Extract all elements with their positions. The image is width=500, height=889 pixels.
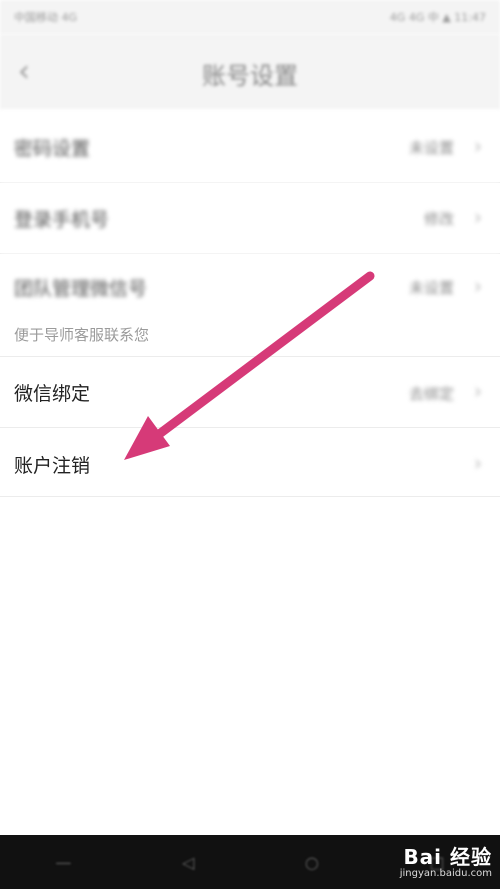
row-wechat-binding[interactable]: 微信绑定 去绑定 › (0, 357, 500, 427)
row-value: 去绑定 (408, 385, 454, 403)
menu-icon[interactable]: — (55, 853, 71, 872)
status-bar: 中国移动 4G 4G 4G 中 ▲ 11:47 (0, 0, 500, 34)
watermark-brand: Bai 经验 (403, 845, 492, 869)
divider (0, 496, 500, 497)
row-value: 未设置 (408, 139, 454, 157)
chevron-right-icon: › (474, 134, 482, 158)
chevron-right-icon: › (474, 379, 482, 403)
watermark-url: jingyan.baidu.com (399, 868, 492, 879)
row-label: 团队管理微信号 (14, 278, 148, 300)
chevron-right-icon: › (474, 451, 482, 475)
home-icon[interactable]: ○ (305, 853, 319, 872)
row-team-wechat[interactable]: 团队管理微信号 未设置 › (0, 254, 500, 316)
row-password[interactable]: 密码设置 未设置 › (0, 110, 500, 182)
row-account-cancel[interactable]: 账户注销 › (0, 428, 500, 496)
row-label: 微信绑定 (14, 383, 91, 405)
back-icon[interactable]: ◁ (182, 853, 194, 872)
row-label: 密码设置 (14, 138, 91, 160)
row-hint: 便于导师客服联系您 (14, 326, 150, 344)
baidu-jingyan-watermark: Bai 经验 jingyan.baidu.com (400, 841, 492, 879)
carrier-text: 中国移动 4G (14, 11, 78, 24)
header-bar: ‹ 账号设置 (0, 34, 500, 110)
chevron-right-icon: › (474, 274, 482, 298)
status-icons: 4G 4G 中 ▲ 11:47 (389, 11, 486, 24)
row-login-phone[interactable]: 登录手机号 修改 › (0, 183, 500, 253)
row-label: 账户注销 (14, 455, 91, 477)
page-title: 账号设置 (202, 62, 298, 90)
row-value: 修改 (423, 210, 454, 228)
row-value: 未设置 (408, 279, 454, 297)
row-label: 登录手机号 (14, 209, 110, 231)
chevron-right-icon: › (474, 205, 482, 229)
